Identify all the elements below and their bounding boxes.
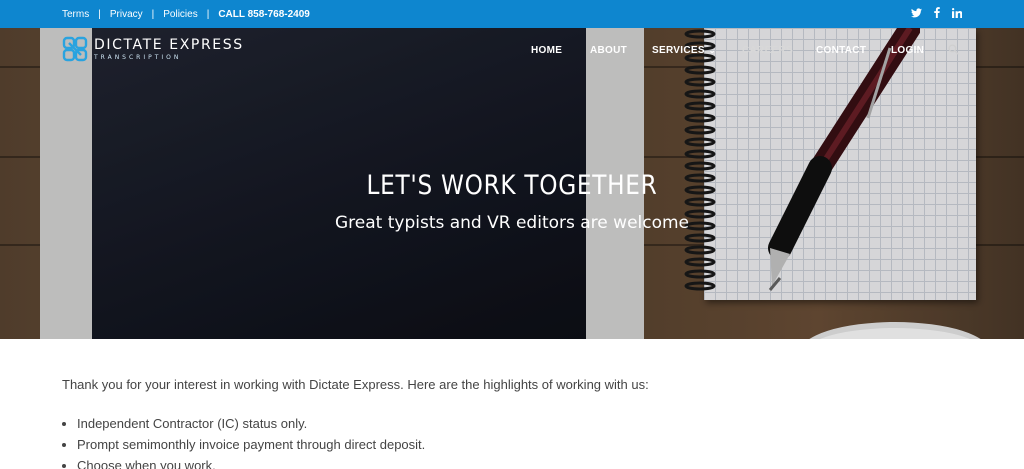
- chevron-down-icon: ⌄: [708, 46, 716, 55]
- top-utility-bar: Terms | Privacy | Policies | CALL 858-76…: [0, 0, 1024, 28]
- list-item: Independent Contractor (IC) status only.: [77, 413, 962, 434]
- separator: |: [206, 9, 210, 20]
- highlights-list: Independent Contractor (IC) status only.…: [77, 413, 962, 469]
- list-item: Choose when you work.: [77, 455, 962, 469]
- nav-login[interactable]: LOGIN: [891, 45, 924, 56]
- nav-home[interactable]: HOME: [531, 45, 562, 56]
- list-item: Prompt semimonthly invoice payment throu…: [77, 434, 962, 455]
- linkedin-icon[interactable]: [952, 7, 962, 18]
- social-links: [911, 7, 962, 18]
- terms-link[interactable]: Terms: [62, 9, 89, 20]
- main-navigation: HOME ABOUT SERVICES ⌄ CAREERS CONTACT LOG…: [0, 44, 1024, 59]
- nav-contact[interactable]: CONTACT: [816, 45, 866, 56]
- main-content: Thank you for your interest in working w…: [62, 377, 962, 469]
- privacy-link[interactable]: Privacy: [110, 9, 143, 20]
- top-links: Terms | Privacy | Policies | CALL 858-76…: [62, 9, 310, 20]
- search-icon[interactable]: [948, 44, 959, 58]
- separator: |: [98, 9, 101, 20]
- nav-careers[interactable]: CAREERS: [742, 45, 793, 56]
- hero-title: LET'S WORK TOGETHER: [366, 170, 658, 201]
- separator: |: [151, 9, 155, 20]
- policies-link[interactable]: Policies: [163, 9, 197, 20]
- nav-services-label: SERVICES: [652, 45, 705, 56]
- call-phone-link[interactable]: CALL 858-768-2409: [218, 9, 310, 20]
- nav-about[interactable]: ABOUT: [590, 45, 627, 56]
- intro-paragraph: Thank you for your interest in working w…: [62, 377, 649, 392]
- facebook-icon[interactable]: [934, 7, 940, 18]
- twitter-icon[interactable]: [911, 7, 922, 18]
- hero-subtitle: Great typists and VR editors are welcome: [334, 213, 690, 233]
- nav-services[interactable]: SERVICES ⌄: [652, 45, 716, 56]
